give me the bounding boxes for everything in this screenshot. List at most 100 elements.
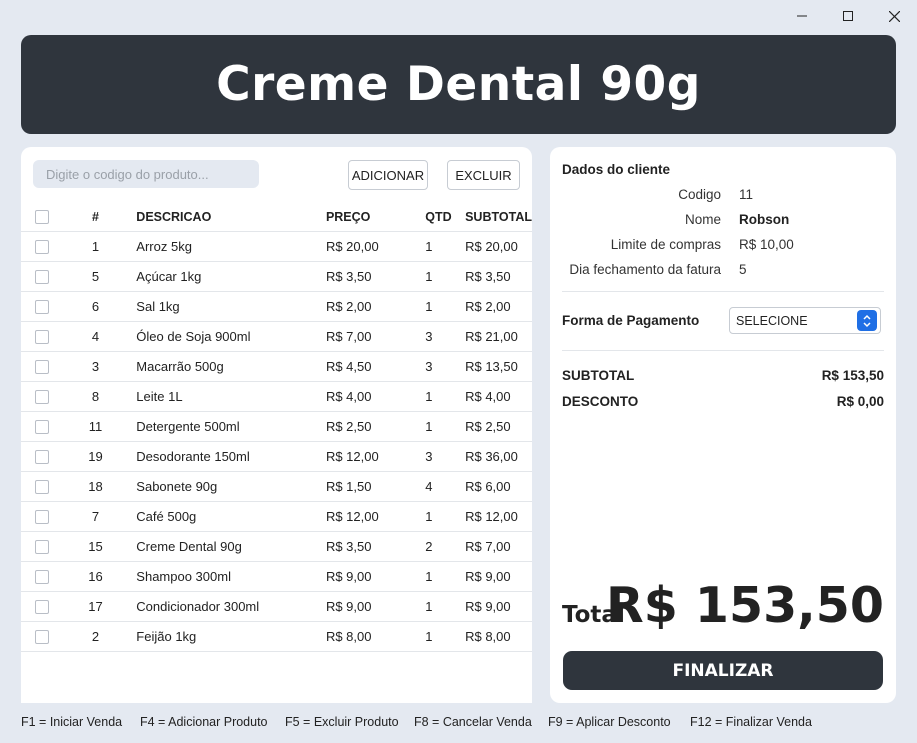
shortcut-f4: F4 = Adicionar Produto — [140, 715, 268, 729]
row-checkbox[interactable] — [35, 480, 49, 495]
shortcut-f1: F1 = Iniciar Venda — [21, 715, 123, 729]
row-price: R$ 9,00 — [325, 591, 426, 622]
row-checkbox[interactable] — [35, 360, 49, 375]
column-header-quantity[interactable]: QTD — [425, 203, 466, 232]
row-quantity: 3 — [425, 351, 466, 382]
column-header-subtotal[interactable]: SUBTOTAL — [465, 203, 532, 232]
row-description: Macarrão 500g — [116, 351, 326, 382]
table-row[interactable]: 3 Macarrão 500g R$ 4,50 3 R$ 13,50 — [21, 351, 532, 382]
row-description: Condicionador 300ml — [116, 591, 326, 622]
row-number: 6 — [74, 291, 117, 322]
row-checkbox[interactable] — [35, 270, 49, 285]
table-row[interactable]: 5 Açúcar 1kg R$ 3,50 1 R$ 3,50 — [21, 261, 532, 292]
row-description: Feijão 1kg — [116, 621, 326, 652]
row-description: Desodorante 150ml — [116, 441, 326, 472]
table-row[interactable]: 11 Detergente 500ml R$ 2,50 1 R$ 2,50 — [21, 411, 532, 442]
row-select-cell — [21, 231, 75, 262]
client-field-value: 5 — [739, 262, 747, 277]
table-row[interactable]: 15 Creme Dental 90g R$ 3,50 2 R$ 7,00 — [21, 531, 532, 562]
row-select-cell — [21, 501, 75, 532]
row-number: 11 — [74, 411, 117, 442]
product-code-input[interactable] — [33, 160, 259, 188]
row-checkbox[interactable] — [35, 420, 49, 435]
row-checkbox[interactable] — [35, 300, 49, 315]
row-price: R$ 20,00 — [325, 231, 426, 262]
maximize-button[interactable] — [825, 0, 871, 32]
row-quantity: 1 — [425, 591, 466, 622]
column-header-description[interactable]: DESCRICAO — [116, 203, 326, 232]
window-controls — [779, 0, 917, 32]
table-row[interactable]: 4 Óleo de Soja 900ml R$ 7,00 3 R$ 21,00 — [21, 321, 532, 352]
table-header-row: # DESCRICAO PREÇO QTD SUBTOTAL — [21, 203, 532, 232]
column-header-number[interactable]: # — [74, 203, 117, 232]
row-price: R$ 12,00 — [325, 501, 426, 532]
select-all-checkbox[interactable] — [35, 210, 49, 225]
row-checkbox[interactable] — [35, 510, 49, 525]
row-select-cell — [21, 531, 75, 562]
row-price: R$ 9,00 — [325, 561, 426, 592]
payment-method-selected: SELECIONE — [736, 313, 808, 328]
close-button[interactable] — [871, 0, 917, 32]
row-price: R$ 12,00 — [325, 441, 426, 472]
row-price: R$ 4,00 — [325, 381, 426, 412]
table-row[interactable]: 17 Condicionador 300ml R$ 9,00 1 R$ 9,00 — [21, 591, 532, 622]
product-header: Creme Dental 90g — [21, 35, 896, 134]
row-description: Creme Dental 90g — [116, 531, 326, 562]
delete-button[interactable]: EXCLUIR — [447, 160, 520, 190]
row-number: 17 — [74, 591, 117, 622]
row-description: Óleo de Soja 900ml — [116, 321, 326, 352]
payment-method-select[interactable]: SELECIONE — [729, 307, 881, 334]
row-checkbox[interactable] — [35, 450, 49, 465]
minimize-button[interactable] — [779, 0, 825, 32]
row-select-cell — [21, 561, 75, 592]
row-checkbox[interactable] — [35, 240, 49, 255]
row-number: 19 — [74, 441, 117, 472]
row-number: 2 — [74, 621, 117, 652]
row-checkbox[interactable] — [35, 330, 49, 345]
table-row[interactable]: 6 Sal 1kg R$ 2,00 1 R$ 2,00 — [21, 291, 532, 322]
items-panel: ADICIONAR EXCLUIR # DESCRICAO PREÇO QTD … — [21, 147, 532, 703]
select-all-cell — [21, 203, 75, 232]
table-row[interactable]: 19 Desodorante 150ml R$ 12,00 3 R$ 36,00 — [21, 441, 532, 472]
client-field-billing-day: Dia fechamento da fatura 5 — [550, 262, 896, 282]
shortcut-f8: F8 = Cancelar Venda — [414, 715, 532, 729]
shortcut-f9: F9 = Aplicar Desconto — [548, 715, 671, 729]
row-checkbox[interactable] — [35, 390, 49, 405]
row-checkbox[interactable] — [35, 540, 49, 555]
discount-row: DESCONTO R$ 0,00 — [562, 394, 884, 414]
add-button[interactable]: ADICIONAR — [348, 160, 428, 190]
row-select-cell — [21, 381, 75, 412]
client-field-credit-limit: Limite de compras R$ 10,00 — [550, 237, 896, 257]
row-select-cell — [21, 591, 75, 622]
table-row[interactable]: 18 Sabonete 90g R$ 1,50 4 R$ 6,00 — [21, 471, 532, 502]
row-checkbox[interactable] — [35, 630, 49, 645]
row-price: R$ 7,00 — [325, 321, 426, 352]
row-quantity: 1 — [425, 261, 466, 292]
table-row[interactable]: 16 Shampoo 300ml R$ 9,00 1 R$ 9,00 — [21, 561, 532, 592]
row-quantity: 1 — [425, 231, 466, 262]
row-number: 8 — [74, 381, 117, 412]
row-number: 3 — [74, 351, 117, 382]
subtotal-label: SUBTOTAL — [562, 368, 635, 383]
table-row[interactable]: 2 Feijão 1kg R$ 8,00 1 R$ 8,00 — [21, 621, 532, 652]
row-select-cell — [21, 321, 75, 352]
client-field-label: Nome — [684, 212, 721, 227]
row-checkbox[interactable] — [35, 570, 49, 585]
row-subtotal: R$ 13,50 — [465, 351, 532, 382]
finalize-button[interactable]: FINALIZAR — [563, 651, 883, 690]
row-price: R$ 2,00 — [325, 291, 426, 322]
table-row[interactable]: 1 Arroz 5kg R$ 20,00 1 R$ 20,00 — [21, 231, 532, 262]
row-subtotal: R$ 2,00 — [465, 291, 532, 322]
client-field-value: R$ 10,00 — [739, 237, 794, 252]
table-row[interactable]: 7 Café 500g R$ 12,00 1 R$ 12,00 — [21, 501, 532, 532]
row-select-cell — [21, 291, 75, 322]
table-row[interactable]: 8 Leite 1L R$ 4,00 1 R$ 4,00 — [21, 381, 532, 412]
row-quantity: 1 — [425, 561, 466, 592]
column-header-price[interactable]: PREÇO — [325, 203, 426, 232]
row-price: R$ 8,00 — [325, 621, 426, 652]
row-checkbox[interactable] — [35, 600, 49, 615]
shortcut-f12: F12 = Finalizar Venda — [690, 715, 812, 729]
minimize-icon — [797, 15, 807, 17]
row-subtotal: R$ 9,00 — [465, 561, 532, 592]
client-field-value: Robson — [739, 212, 790, 227]
